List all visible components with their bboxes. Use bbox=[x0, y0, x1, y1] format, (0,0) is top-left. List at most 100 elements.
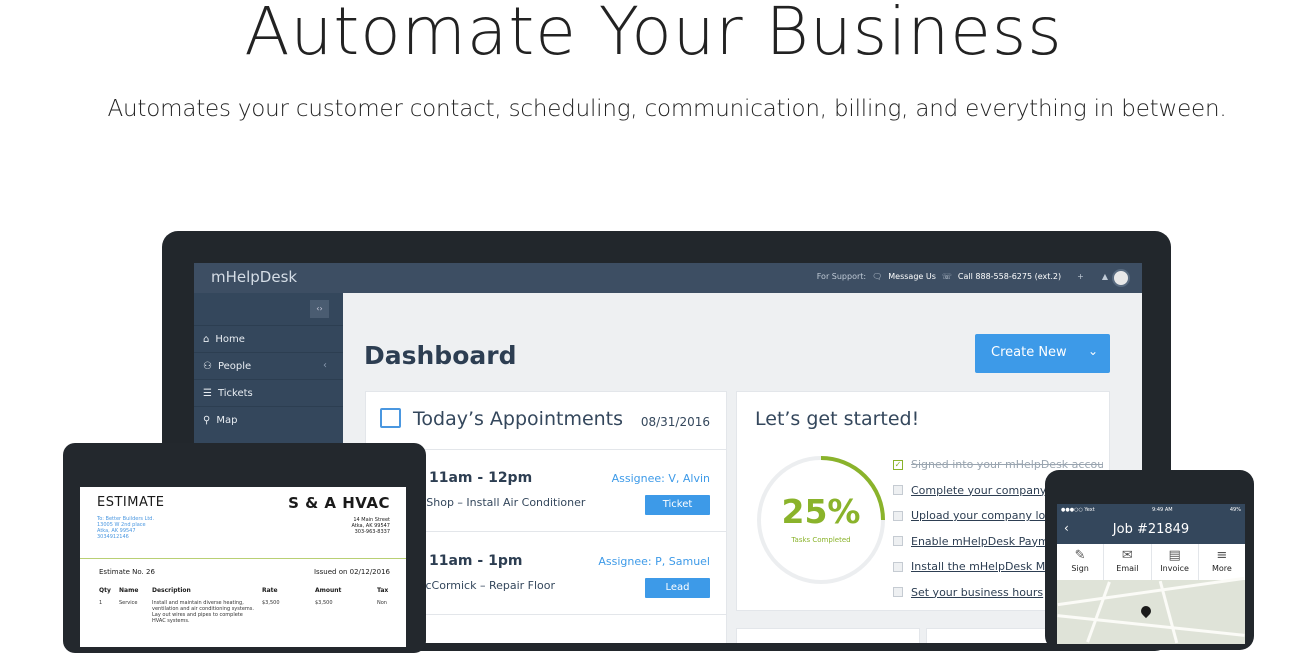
chat-icon: 🗨 bbox=[872, 272, 883, 281]
pen-icon: ✎ bbox=[1074, 548, 1086, 563]
battery: 49% bbox=[1229, 507, 1241, 513]
task-label[interactable]: Complete your company pr bbox=[911, 484, 1061, 497]
qty-cell: 1 bbox=[99, 600, 103, 606]
name-cell: Service bbox=[119, 600, 138, 606]
action-label: Sign bbox=[1071, 564, 1089, 573]
bell-icon[interactable]: ▲ bbox=[1102, 272, 1108, 281]
action-label: Email bbox=[1116, 564, 1139, 573]
app-topbar: mHelpDesk For Support: 🗨 Message Us ☏ Ca… bbox=[194, 263, 1142, 293]
map-road bbox=[1057, 576, 1245, 607]
email-button[interactable]: ✉ Email bbox=[1104, 544, 1152, 580]
map-pin-icon[interactable] bbox=[1138, 603, 1154, 619]
collapse-sidebar-button[interactable]: ‹› bbox=[310, 300, 329, 318]
page-title: Dashboard bbox=[364, 341, 517, 370]
appointment-description: e Shop – Install Air Conditioner bbox=[416, 496, 586, 509]
home-icon: ⌂ bbox=[203, 334, 210, 345]
phone-screen: ●●●○○ Yext 9:49 AM 49% ‹ Job #21849 ✎ Sig… bbox=[1057, 504, 1245, 644]
checkbox[interactable] bbox=[893, 587, 903, 598]
column-header: Qty bbox=[99, 587, 111, 594]
column-header: Name bbox=[119, 587, 139, 594]
column-header: Tax bbox=[377, 587, 389, 594]
appointment-time: 11am - 1pm bbox=[429, 553, 523, 569]
carrier: ●●●○○ Yext bbox=[1061, 507, 1095, 513]
create-new-label: Create New bbox=[991, 345, 1067, 360]
estimate-number: Estimate No. 26 bbox=[99, 568, 155, 576]
checkbox[interactable] bbox=[893, 561, 903, 572]
chevron-left-icon: ‹ bbox=[323, 360, 327, 371]
phone-nav-bar: ‹ Job #21849 bbox=[1057, 516, 1245, 544]
phone-status-bar: ●●●○○ Yext 9:49 AM 49% bbox=[1057, 504, 1245, 516]
phone-icon: ☏ bbox=[941, 272, 952, 281]
estimate-company: S & A HVAC bbox=[288, 494, 390, 512]
getting-started-title: Let’s get started! bbox=[755, 408, 920, 430]
task-label[interactable]: Install the mHelpDesk Mob bbox=[911, 560, 1059, 573]
create-new-button[interactable]: Create New ⌄ bbox=[975, 334, 1110, 373]
calendar-icon bbox=[380, 408, 401, 428]
checkbox[interactable] bbox=[893, 485, 903, 496]
envelope-icon: ✉ bbox=[1121, 548, 1133, 563]
appointment-assignee[interactable]: Assignee: V, Alvin bbox=[612, 472, 710, 485]
support-label: For Support: bbox=[816, 272, 867, 281]
task-label[interactable]: Enable mHelpDesk Paymen bbox=[911, 535, 1062, 548]
check-icon[interactable]: ✓ bbox=[893, 459, 903, 470]
task-label[interactable]: Upload your company logo bbox=[911, 509, 1059, 522]
chevron-down-icon: ⌄ bbox=[1087, 344, 1098, 358]
brand-logo: mHelpDesk bbox=[211, 268, 298, 286]
checkbox[interactable] bbox=[893, 510, 903, 521]
sidebar-item-label: Map bbox=[216, 415, 238, 426]
job-title: Job #21849 bbox=[1112, 522, 1190, 537]
lead-button[interactable]: Lead bbox=[645, 578, 710, 598]
checkbox[interactable] bbox=[893, 536, 903, 547]
column-header: Rate bbox=[262, 587, 278, 594]
message-us-link[interactable]: Message Us bbox=[888, 272, 936, 281]
sidebar-item-map[interactable]: ⚲ Map bbox=[194, 406, 343, 433]
tax-cell: Non bbox=[377, 600, 387, 606]
progress-label: Tasks Completed bbox=[791, 536, 851, 544]
more-button[interactable]: ≡ More bbox=[1199, 544, 1245, 580]
appointments-header: Today’s Appointments 08/31/2016 bbox=[366, 392, 726, 450]
action-label: Invoice bbox=[1160, 564, 1189, 573]
avatar[interactable] bbox=[1112, 269, 1130, 287]
appointment-assignee[interactable]: Assignee: P, Samuel bbox=[598, 555, 710, 568]
people-icon: ⚇ bbox=[203, 361, 212, 372]
estimate-heading: ESTIMATE bbox=[97, 495, 165, 510]
list-icon: ☰ bbox=[203, 388, 212, 399]
job-map[interactable] bbox=[1057, 576, 1245, 644]
estimate-document: ESTIMATE S & A HVAC To: Better Builders … bbox=[80, 487, 406, 647]
appointment-time: 11am - 12pm bbox=[429, 470, 533, 486]
task-label[interactable]: Set your business hours bbox=[911, 586, 1043, 599]
clock: 9:49 AM bbox=[1152, 507, 1173, 513]
document-icon: ▤ bbox=[1168, 548, 1181, 563]
add-icon[interactable]: + bbox=[1077, 272, 1084, 281]
ticket-button[interactable]: Ticket bbox=[645, 495, 710, 515]
call-link[interactable]: Call 888-558-6275 (ext.2) bbox=[958, 272, 1061, 281]
invoice-button[interactable]: ▤ Invoice bbox=[1152, 544, 1199, 580]
progress-ring: 25% Tasks Completed bbox=[755, 454, 887, 586]
hero-title: Automate Your Business bbox=[244, 0, 1063, 70]
rate-cell: $3,500 bbox=[262, 600, 280, 606]
phone-actions: ✎ Sign ✉ Email ▤ Invoice ≡ More bbox=[1057, 544, 1245, 580]
sidebar-item-label: People bbox=[217, 361, 252, 372]
sender-line: 303-963-8337 bbox=[354, 529, 390, 535]
appointment-description: McCormick – Repair Floor bbox=[416, 579, 556, 592]
sidebar-item-label: Home bbox=[215, 334, 245, 345]
estimate-recipient: To: Better Builders Ltd. 13005 W 2nd pla… bbox=[97, 516, 154, 540]
progress-percent: 25% bbox=[781, 492, 861, 531]
sidebar-item-label: Tickets bbox=[217, 388, 253, 399]
menu-icon: ≡ bbox=[1216, 548, 1228, 563]
estimate-issued-date: Issued on 02/12/2016 bbox=[313, 568, 390, 576]
column-header: Amount bbox=[315, 587, 342, 594]
sidebar-item-tickets[interactable]: ☰ Tickets bbox=[194, 379, 343, 406]
dashboard-card bbox=[736, 628, 920, 643]
estimate-sender: 14 Main Street Atka, AK 99547 303-963-83… bbox=[351, 517, 390, 535]
action-label: More bbox=[1211, 564, 1232, 573]
map-road bbox=[1057, 614, 1245, 637]
support-bar: For Support: 🗨 Message Us ☏ Call 888-558… bbox=[817, 272, 1108, 281]
recipient-line: 3034912146 bbox=[97, 534, 129, 540]
sidebar-item-people[interactable]: ⚇ People ‹ bbox=[194, 352, 343, 379]
appointments-date: 08/31/2016 bbox=[640, 415, 710, 429]
sign-button[interactable]: ✎ Sign bbox=[1057, 544, 1105, 580]
map-road bbox=[1086, 581, 1111, 643]
sidebar-item-home[interactable]: ⌂ Home bbox=[194, 325, 343, 352]
divider bbox=[80, 558, 406, 559]
